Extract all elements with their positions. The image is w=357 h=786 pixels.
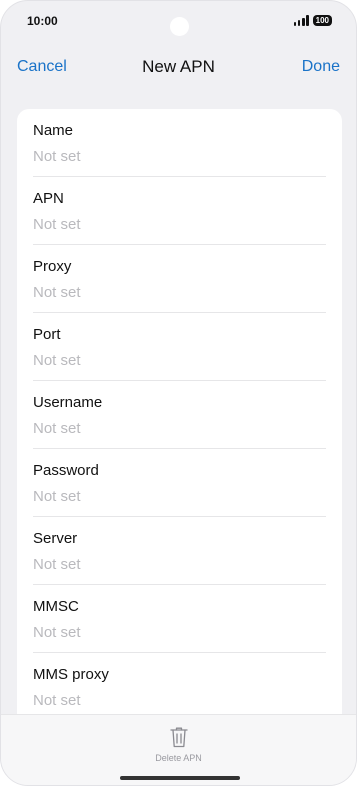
field-label: Server (33, 530, 78, 547)
field-mmsc[interactable]: MMSC Not set (33, 585, 326, 653)
field-label: MMS proxy (33, 666, 109, 683)
status-bar: 10:00 100 (1, 1, 356, 45)
field-value[interactable]: Not set (33, 692, 81, 709)
field-value[interactable]: Not set (33, 284, 81, 301)
field-value[interactable]: Not set (33, 488, 81, 505)
delete-apn-button[interactable]: Delete APN (1, 725, 356, 763)
field-label: APN (33, 190, 64, 207)
delete-apn-label: Delete APN (155, 753, 202, 763)
field-server[interactable]: Server Not set (33, 517, 326, 585)
home-indicator[interactable] (120, 776, 240, 780)
front-camera (170, 17, 189, 36)
field-value[interactable]: Not set (33, 216, 81, 233)
field-label: MMSC (33, 598, 79, 615)
phone-screen: 10:00 100 Cancel New APN Done Name Not s… (0, 0, 357, 786)
field-name[interactable]: Name Not set (33, 109, 326, 177)
field-label: Password (33, 462, 99, 479)
nav-bar: Cancel New APN Done (1, 55, 356, 81)
field-value[interactable]: Not set (33, 624, 81, 641)
signal-icon (293, 15, 309, 26)
field-proxy[interactable]: Proxy Not set (33, 245, 326, 313)
field-port[interactable]: Port Not set (33, 313, 326, 381)
field-label: Proxy (33, 258, 72, 275)
field-label: Port (33, 326, 61, 343)
field-username[interactable]: Username Not set (33, 381, 326, 449)
apn-form: Name Not set APN Not set Proxy Not set P… (17, 109, 342, 729)
status-icons: 100 (293, 15, 332, 26)
done-button[interactable]: Done (302, 58, 340, 76)
status-time: 10:00 (27, 14, 58, 28)
battery-icon: 100 (312, 15, 332, 26)
field-mms-proxy[interactable]: MMS proxy Not set (33, 653, 326, 721)
field-label: Name (33, 122, 74, 139)
field-value[interactable]: Not set (33, 148, 81, 165)
field-apn[interactable]: APN Not set (33, 177, 326, 245)
trash-icon (169, 727, 188, 748)
field-value[interactable]: Not set (33, 352, 81, 369)
field-value[interactable]: Not set (33, 420, 81, 437)
field-value[interactable]: Not set (33, 556, 81, 573)
field-password[interactable]: Password Not set (33, 449, 326, 517)
field-label: Username (33, 394, 103, 411)
